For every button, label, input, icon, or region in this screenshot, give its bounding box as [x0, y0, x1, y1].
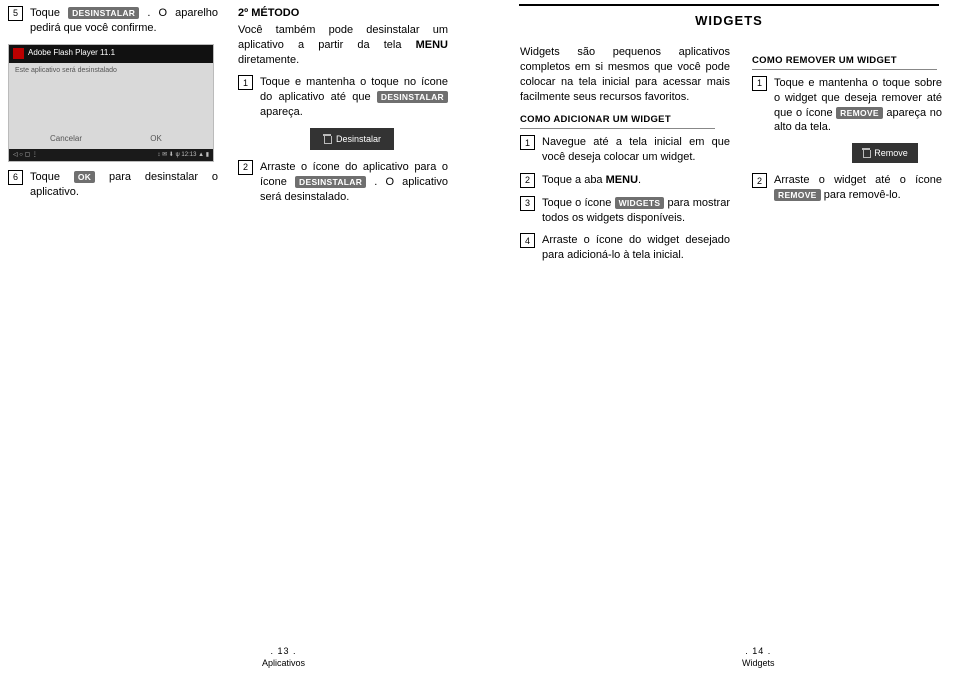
step-number: 2 [238, 160, 253, 175]
trash-icon [862, 148, 870, 158]
dialog-titlebar: Adobe Flash Player 11.1 [9, 45, 213, 63]
step-6: 6 Toque OK para desinstalar o aplicativo… [8, 170, 218, 200]
nav-icons: ◁ ○ ▢ ⋮ [13, 151, 38, 159]
page-number: . 14 . [742, 645, 775, 657]
dialog-title: Adobe Flash Player 11.1 [28, 48, 115, 59]
step-number: 5 [8, 6, 23, 21]
ok-button-mock: OK [111, 134, 201, 145]
step-text: Arraste o ícone do widget desejado para … [542, 234, 730, 261]
step-2: 2 Arraste o ícone do aplicativo para o í… [238, 160, 448, 205]
cancel-button-mock: Cancelar [21, 134, 111, 145]
subheading-add-widget: COMO ADICIONAR UM WIDGET [520, 114, 715, 129]
pill-remove: REMOVE [836, 107, 883, 119]
pill-remove: REMOVE [774, 189, 821, 201]
step-2: 2 Arraste o widget até o ícone REMOVE pa… [752, 173, 942, 203]
step-number: 2 [752, 173, 767, 188]
column-4: COMO REMOVER UM WIDGET 1 Toque e mantenh… [752, 45, 942, 211]
step-3: 3 Toque o ícone WIDGETS para mostrar tod… [520, 196, 730, 226]
subheading-remove-widget: COMO REMOVER UM WIDGET [752, 55, 937, 70]
column-3: Widgets são pequenos aplicativos complet… [520, 45, 730, 271]
step-number: 1 [752, 76, 767, 91]
step-text: Toque a aba [542, 174, 606, 186]
page-label: Aplicativos [262, 657, 305, 669]
column-2: 2º MÉTODO Você também pode desinstalar u… [238, 6, 448, 212]
step-text: apareça. [260, 106, 303, 118]
method-heading: 2º MÉTODO [238, 6, 448, 21]
page-footer-14: . 14 . Widgets [742, 645, 775, 669]
step-number: 2 [520, 173, 535, 188]
step-5: 5 Toque DESINSTALAR . O aparelho pedirá … [8, 6, 218, 36]
step-1: 1 Toque e mantenha o toque no ícone do a… [238, 75, 448, 120]
step-text: para removê-lo. [824, 189, 901, 201]
status-bar-mock: ◁ ○ ▢ ⋮ ↕ ✉ ⬇ ψ 12:13 ▲ ▮ [9, 149, 213, 161]
step-text: Toque [30, 171, 74, 183]
pill-widgets: WIDGETS [615, 197, 665, 209]
step-text: Toque o ícone [542, 197, 615, 209]
page-footer-13: . 13 . Aplicativos [262, 645, 305, 669]
method-intro: Você também pode desinstalar um aplicati… [238, 23, 448, 68]
step-number: 3 [520, 196, 535, 211]
page-label: Widgets [742, 657, 775, 669]
uninstall-dialog-screenshot: Adobe Flash Player 11.1 Este aplicativo … [8, 44, 214, 162]
trash-icon [323, 134, 331, 144]
step-number: 1 [238, 75, 253, 90]
step-2: 2 Toque a aba MENU. [520, 173, 730, 188]
step-number: 4 [520, 233, 535, 248]
desinstalar-button-mock: Desinstalar [310, 128, 394, 150]
dialog-message: Este aplicativo será desinstalado [15, 66, 117, 75]
column-1: 5 Toque DESINSTALAR . O aparelho pedirá … [8, 6, 218, 207]
page-number: . 13 . [262, 645, 305, 657]
flash-icon [13, 48, 24, 59]
remove-button-mock: Remove [852, 143, 918, 163]
step-number: 6 [8, 170, 23, 185]
pill-ok: OK [74, 171, 95, 183]
step-text: Arraste o widget até o ícone [774, 174, 942, 186]
step-4: 4 Arraste o ícone do widget desejado par… [520, 233, 730, 263]
pill-desinstalar: DESINSTALAR [68, 7, 139, 19]
pill-desinstalar: DESINSTALAR [377, 91, 448, 103]
widgets-intro: Widgets são pequenos aplicativos complet… [520, 45, 730, 104]
step-text: Toque [30, 7, 68, 19]
widgets-section-heading: WIDGETS [519, 4, 939, 30]
step-number: 1 [520, 135, 535, 150]
step-text: Navegue até a tela inicial em que você d… [542, 136, 730, 163]
pill-desinstalar: DESINSTALAR [295, 176, 366, 188]
step-1: 1 Navegue até a tela inicial em que você… [520, 135, 730, 165]
step-1: 1 Toque e mantenha o toque sobre o widge… [752, 76, 942, 135]
status-icons: ↕ ✉ ⬇ ψ 12:13 ▲ ▮ [157, 151, 209, 159]
